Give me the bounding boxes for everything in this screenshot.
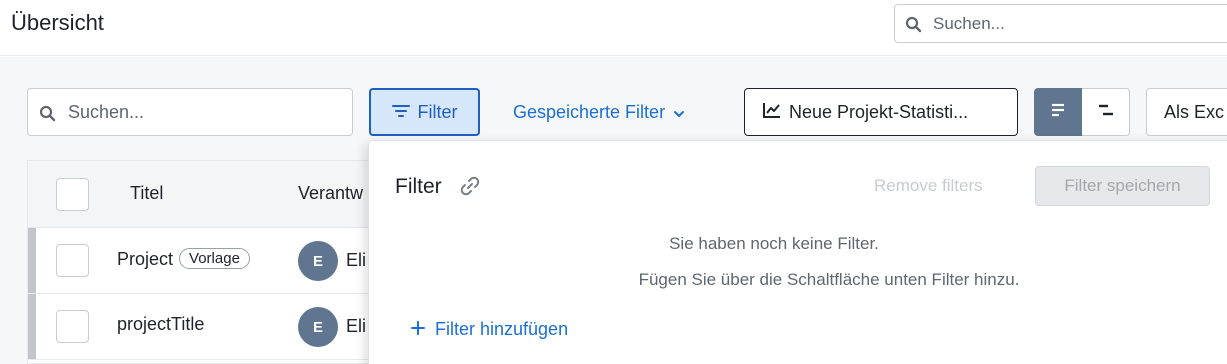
project-table: Titel Verantw Project Vorlage E Eli proje… [27,160,387,364]
add-filter-label: Filter hinzufügen [435,319,569,339]
row-title[interactable]: projectTitle [117,314,204,335]
new-statistics-label: Neue Projekt-Statisti... [789,101,969,122]
table-row[interactable]: projectTitle E Eli [28,294,386,360]
add-filter-button[interactable]: Filter hinzufügen [411,319,568,340]
top-bar: Übersicht [0,0,1227,56]
search-icon [905,16,922,38]
empty-state-text: Sie haben noch keine Filter. [669,234,879,253]
row-owner: Eli [346,316,367,336]
select-all-checkbox[interactable] [56,178,89,211]
filter-icon [391,102,410,123]
gantt-view-toggle[interactable] [1082,88,1130,136]
avatar: E [298,241,338,281]
row-checkbox[interactable] [56,244,89,277]
row-status-bar [28,228,36,293]
export-excel-button[interactable]: Als Exc [1146,88,1227,136]
row-owner: Eli [346,250,367,270]
save-filter-label: Filter speichern [1064,176,1181,195]
export-excel-label: Als Exc [1164,101,1225,122]
global-search-input[interactable] [933,5,1213,42]
filter-button[interactable]: Filter [369,88,480,136]
column-header-owner[interactable]: Verantw [298,183,363,204]
list-search[interactable] [27,88,353,136]
filter-panel: Filter Remove filters Filter speichern S… [368,140,1227,364]
table-row[interactable]: Project Vorlage E Eli [28,228,386,294]
global-search[interactable] [894,4,1227,43]
template-badge: Vorlage [179,248,250,269]
saved-filters-label: Gespeicherte Filter [513,101,666,122]
search-icon [39,105,56,127]
save-filter-button[interactable]: Filter speichern [1035,166,1210,206]
column-header-title[interactable]: Titel [130,183,163,204]
link-icon[interactable] [458,174,482,203]
plus-icon [411,319,425,340]
chevron-down-icon [673,102,685,123]
list-view-toggle[interactable] [1034,88,1082,136]
remove-filters-button[interactable]: Remove filters [874,176,983,196]
page-title: Übersicht [11,10,104,35]
line-chart-icon [763,102,781,123]
list-search-input[interactable] [68,89,338,135]
filter-button-label: Filter [417,101,458,122]
empty-state-hint: Fügen Sie über die Schaltfläche unten Fi… [638,270,1020,289]
new-statistics-button[interactable]: Neue Projekt-Statisti... [744,88,1018,136]
row-title-text: Project [117,249,174,269]
row-title-text: projectTitle [117,314,205,334]
row-checkbox[interactable] [56,310,89,343]
filter-panel-title: Filter [395,175,442,198]
avatar: E [298,307,338,347]
gantt-view-icon [1097,103,1115,122]
list-view-icon [1050,103,1066,122]
row-status-bar [28,294,36,359]
saved-filters-dropdown[interactable]: Gespeicherte Filter [505,88,693,136]
row-title[interactable]: Project Vorlage [117,248,250,270]
table-header: Titel Verantw [28,161,386,228]
